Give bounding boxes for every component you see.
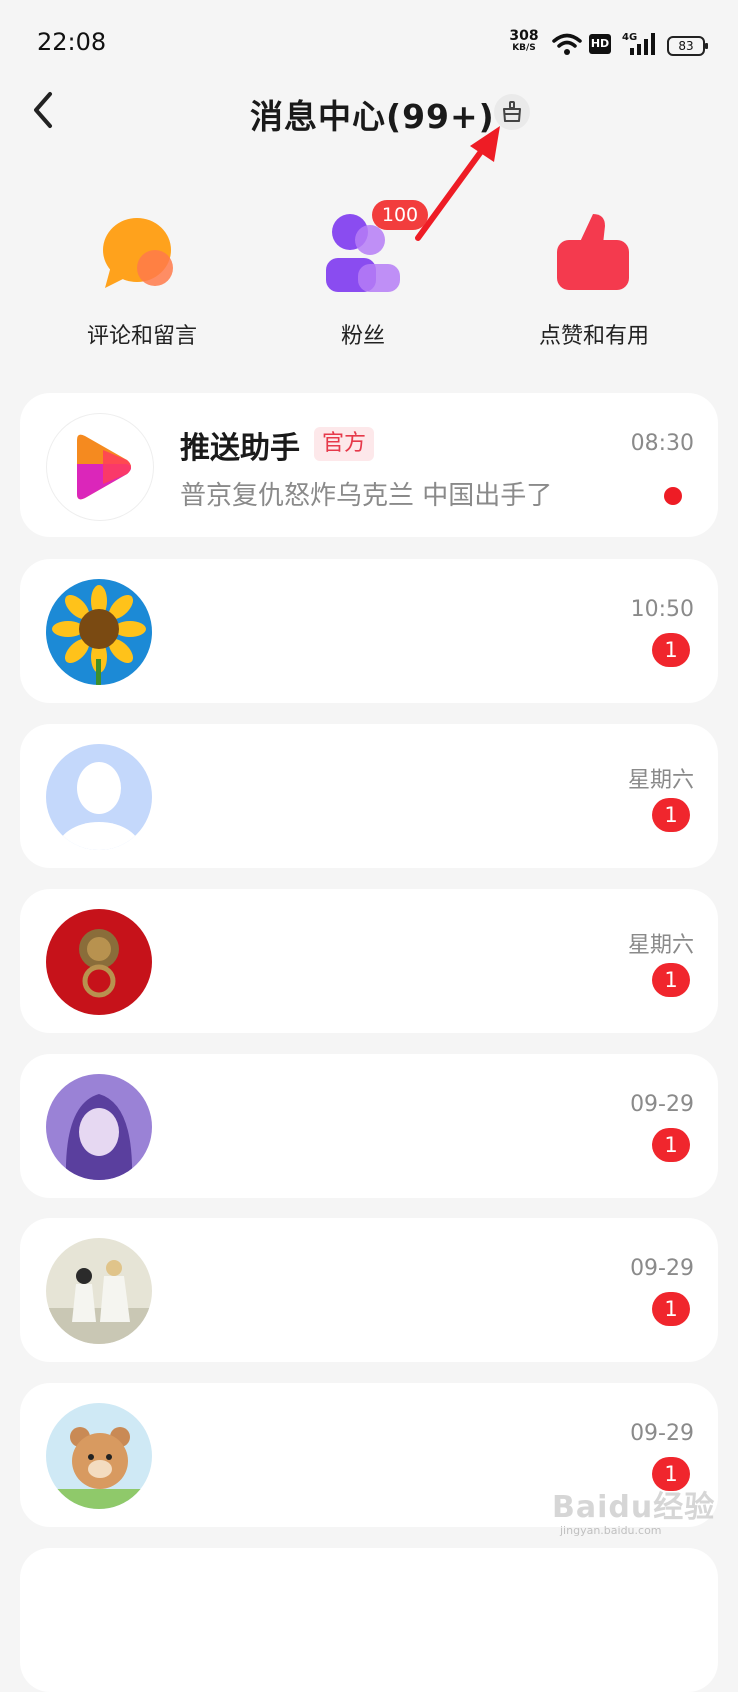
unread-count-badge: 1 <box>652 1128 690 1162</box>
message-time: 08:30 <box>630 431 694 456</box>
network-speed: 308 KB/S <box>509 28 539 53</box>
category-fans[interactable]: 粉丝 <box>283 210 443 350</box>
unread-count-badge: 1 <box>652 1292 690 1326</box>
svg-text:4G: 4G <box>622 32 637 43</box>
back-arrow-icon[interactable] <box>30 90 60 134</box>
category-label: 点赞和有用 <box>538 324 649 349</box>
message-time: 星期六 <box>627 933 694 958</box>
sender-name: 推送助手 <box>180 431 300 466</box>
couple-illustration-avatar <box>46 1238 152 1344</box>
message-item[interactable]: 09-29 1 <box>20 1054 718 1198</box>
push-assistant-avatar <box>46 413 154 521</box>
thumbs-up-icon <box>549 210 639 300</box>
message-time: 09-29 <box>630 1421 694 1446</box>
fans-badge: 100 <box>372 200 428 230</box>
unread-count-badge: 1 <box>652 963 690 997</box>
category-label: 粉丝 <box>340 324 385 349</box>
category-label: 评论和留言 <box>86 324 197 349</box>
anime-girl-avatar <box>46 1074 152 1180</box>
unread-count-badge: 1 <box>652 633 690 667</box>
watermark-url: jingyan.baidu.com <box>560 1524 662 1537</box>
message-item[interactable]: 星期六 1 <box>20 889 718 1033</box>
message-time: 09-29 <box>630 1256 694 1281</box>
message-preview: 普京复仇怒炸乌克兰 中国出手了 <box>180 481 553 511</box>
message-time: 星期六 <box>627 768 694 793</box>
status-bar: 22:08 308 KB/S HD 4G 83 <box>0 0 738 90</box>
official-badge: 官方 <box>314 427 375 461</box>
category-likes[interactable]: 点赞和有用 <box>514 210 674 350</box>
bear-cartoon-avatar <box>46 1403 152 1509</box>
message-item[interactable]: 星期六 1 <box>20 724 718 868</box>
watermark: Baidu经验 <box>552 1490 716 1525</box>
signal-icon: 4G <box>622 32 655 55</box>
status-time: 22:08 <box>37 28 107 56</box>
category-comments[interactable]: 评论和留言 <box>62 210 222 350</box>
message-time: 09-29 <box>630 1092 694 1117</box>
comment-bubble-icon <box>97 210 187 300</box>
message-item[interactable]: 10:50 1 <box>20 559 718 703</box>
message-item[interactable]: 09-29 1 <box>20 1218 718 1362</box>
unread-dot <box>664 487 682 505</box>
hd-icon: HD <box>589 34 611 54</box>
message-item[interactable] <box>20 1548 718 1692</box>
battery-icon: 83 <box>667 36 708 56</box>
message-item-push-assistant[interactable]: 推送助手 官方 普京复仇怒炸乌克兰 中国出手了 08:30 <box>20 393 718 537</box>
door-knocker-avatar <box>46 909 152 1015</box>
sunflower-avatar <box>46 579 152 685</box>
default-person-avatar <box>46 744 152 850</box>
unread-count-badge: 1 <box>652 798 690 832</box>
message-time: 10:50 <box>630 597 694 622</box>
wifi-icon <box>552 33 582 55</box>
